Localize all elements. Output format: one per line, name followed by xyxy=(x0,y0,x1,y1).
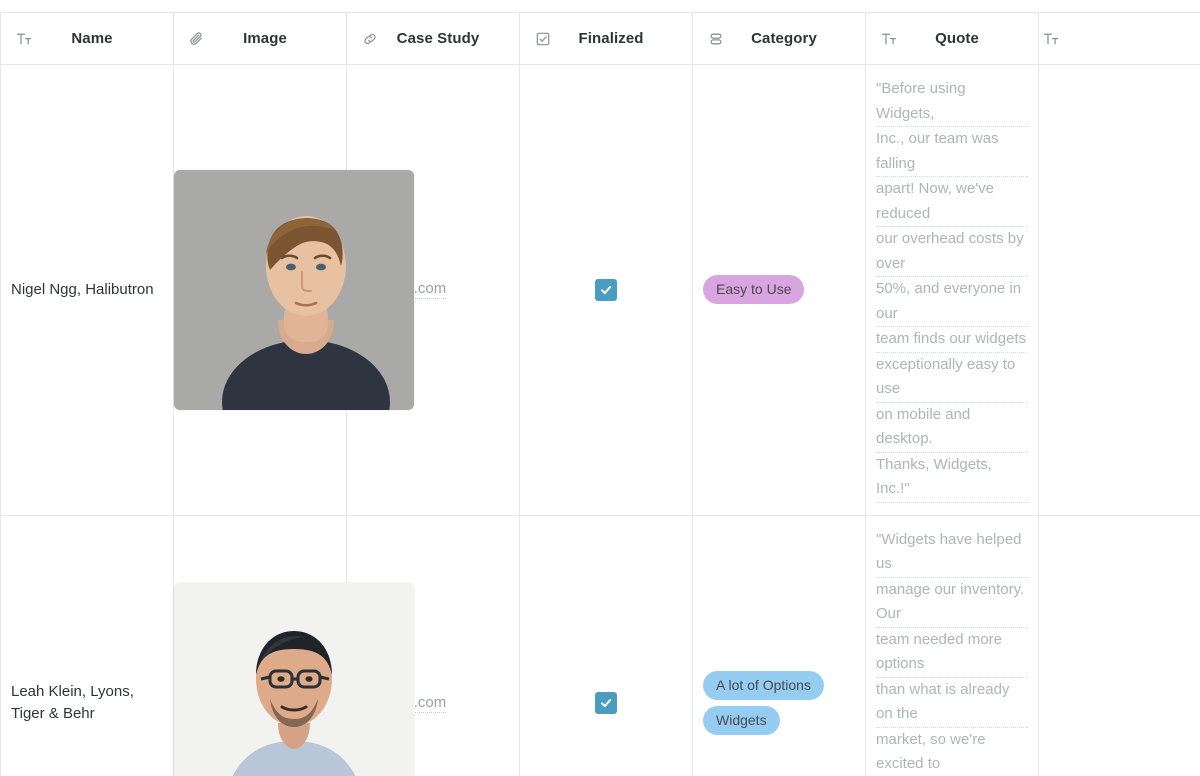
table-row[interactable]: Leah Klein, Lyons, Tiger & Behrexample.c… xyxy=(0,515,1200,776)
header-row: Name Image Case Study Finalized Category Quot… xyxy=(0,12,1200,65)
cell-name[interactable]: Nigel Ngg, Halibutron xyxy=(0,64,174,516)
cell-category[interactable]: A lot of Options Widgets xyxy=(692,515,866,776)
table-header: Name Image Case Study Finalized Category Quot… xyxy=(0,12,1200,65)
quote-text: "Widgets have helped us manage our invent… xyxy=(866,516,1038,776)
quote-line: Inc., our team was falling xyxy=(876,127,1028,177)
checkbox-icon xyxy=(534,30,552,48)
text-icon xyxy=(880,30,898,48)
column-header-finalized[interactable]: Finalized xyxy=(519,12,693,65)
quote-line: 50%, and everyone in our xyxy=(876,277,1028,327)
quote-line: team needed more options xyxy=(876,628,1028,678)
column-header-name[interactable]: Name xyxy=(0,12,174,65)
column-header-label: Name xyxy=(71,30,113,47)
cell-quote[interactable]: "Widgets have helped us manage our invent… xyxy=(865,515,1039,776)
table-container: Name Image Case Study Finalized Category Quot… xyxy=(0,0,1200,776)
column-header-extra[interactable] xyxy=(1038,12,1200,65)
quote-line: apart! Now, we've reduced xyxy=(876,177,1028,227)
quote-text: "Before using Widgets, Inc., our team was… xyxy=(866,65,1038,515)
quote-line: team finds our widgets xyxy=(876,327,1027,353)
quote-line: than what is already on the xyxy=(876,678,1028,728)
category-chip-list: A lot of Options Widgets xyxy=(693,657,865,749)
cell-finalized[interactable] xyxy=(519,515,693,776)
paperclip-icon xyxy=(188,30,206,48)
category-chip-list: Easy to Use xyxy=(693,261,865,318)
cell-category[interactable]: Easy to Use xyxy=(692,64,866,516)
multi-select-icon xyxy=(707,30,725,48)
records-table: Name Image Case Study Finalized Category Quot… xyxy=(0,12,1200,776)
finalized-checkbox[interactable] xyxy=(595,278,617,301)
text-icon xyxy=(1042,30,1060,48)
cell-image[interactable] xyxy=(173,64,414,516)
table-body: Nigel Ngg, Halibutronexample.comEasy to … xyxy=(0,64,1200,776)
attachment-thumbnail[interactable] xyxy=(174,583,414,776)
column-header-label: Quote xyxy=(935,30,979,47)
category-chip[interactable]: Easy to Use xyxy=(703,275,805,305)
cell-overflow xyxy=(1038,515,1200,776)
quote-line: "Before using Widgets, xyxy=(876,77,1028,127)
category-chip[interactable]: Widgets xyxy=(703,706,780,735)
category-chip[interactable]: A lot of Options xyxy=(703,671,824,700)
column-header-label: Case Study xyxy=(396,30,480,47)
quote-line: our overhead costs by over xyxy=(876,227,1028,277)
quote-line: on mobile and desktop. xyxy=(876,403,1028,453)
finalized-checkbox[interactable] xyxy=(595,692,617,714)
column-header-quote[interactable]: Quote xyxy=(865,12,1039,65)
cell-name[interactable]: Leah Klein, Lyons, Tiger & Behr xyxy=(0,515,174,776)
column-header-label: Category xyxy=(751,30,817,47)
quote-line: exceptionally easy to use xyxy=(876,353,1028,403)
quote-line: "Widgets have helped us xyxy=(876,528,1028,578)
cell-finalized[interactable] xyxy=(519,64,693,516)
cell-quote[interactable]: "Before using Widgets, Inc., our team was… xyxy=(865,64,1039,516)
column-header-label: Finalized xyxy=(578,30,644,47)
cell-overflow xyxy=(1038,64,1200,516)
link-icon xyxy=(361,30,379,48)
attachment-thumbnail[interactable] xyxy=(174,169,414,410)
quote-line: Thanks, Widgets, Inc.!" xyxy=(876,453,1028,503)
column-header-category[interactable]: Category xyxy=(692,12,866,65)
cell-image[interactable] xyxy=(173,515,414,776)
column-header-image[interactable]: Image xyxy=(173,12,347,65)
column-header-case_study[interactable]: Case Study xyxy=(346,12,520,65)
table-row[interactable]: Nigel Ngg, Halibutronexample.comEasy to … xyxy=(0,64,1200,516)
quote-line: manage our inventory. Our xyxy=(876,578,1028,628)
name-text: Nigel Ngg, Halibutron xyxy=(11,280,154,298)
column-header-label: Image xyxy=(243,30,287,47)
text-icon xyxy=(15,30,33,48)
quote-line: market, so we're excited to xyxy=(876,728,1028,776)
name-text: Leah Klein, Lyons, Tiger & Behr xyxy=(11,682,134,723)
